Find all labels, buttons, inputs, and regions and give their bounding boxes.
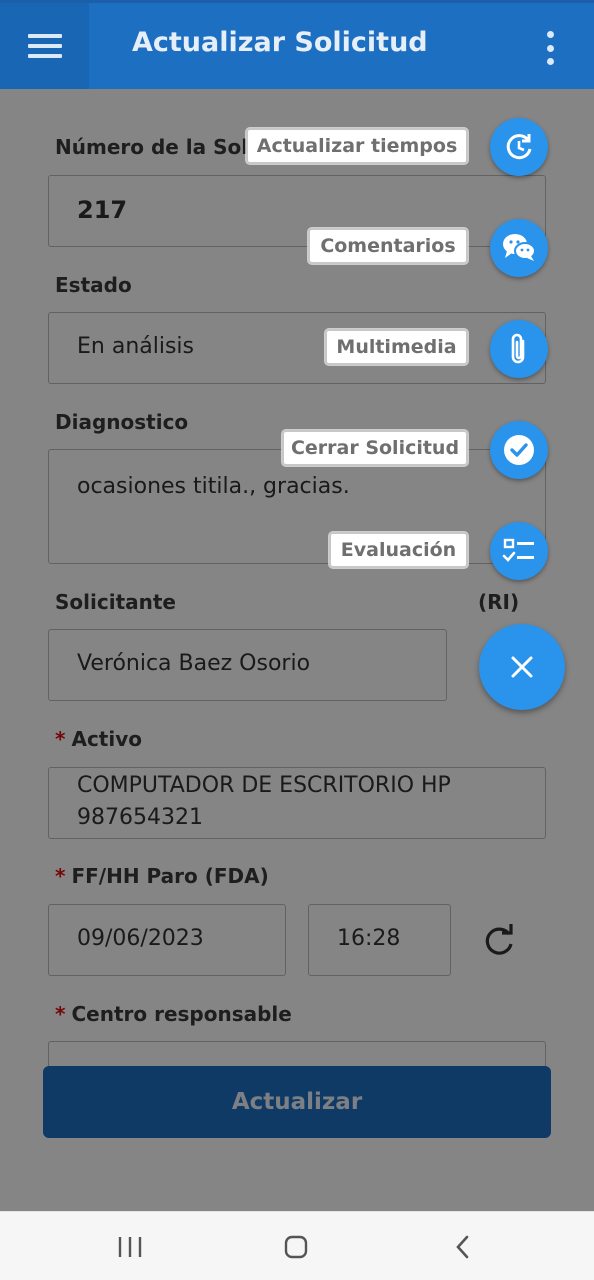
chat-bubbles-icon <box>503 234 536 261</box>
clock-refresh-icon <box>506 134 532 160</box>
multimedia-button[interactable] <box>490 320 548 378</box>
page-title: Actualizar Solicitud <box>132 27 428 58</box>
paperclip-icon <box>511 333 525 364</box>
home-icon[interactable] <box>276 1230 316 1264</box>
recent-apps-icon[interactable] <box>110 1230 150 1264</box>
system-nav-bar <box>0 1211 594 1280</box>
fab-close-button[interactable] <box>479 624 565 710</box>
menu-button[interactable] <box>0 3 89 89</box>
app-bar: Actualizar Solicitud <box>0 0 594 89</box>
fab-label-cerrar-solicitud[interactable]: Cerrar Solicitud <box>282 430 468 466</box>
back-icon[interactable] <box>443 1230 483 1264</box>
evaluacion-button[interactable] <box>490 522 548 580</box>
cerrar-solicitud-button[interactable] <box>490 421 548 479</box>
fab-label-comentarios[interactable]: Comentarios <box>308 228 468 264</box>
actualizar-tiempos-button[interactable] <box>490 118 548 176</box>
fab-label-multimedia[interactable]: Multimedia <box>325 329 468 365</box>
comentarios-button[interactable] <box>490 219 548 277</box>
check-circle-icon <box>504 435 534 465</box>
fab-label-actualizar-tiempos[interactable]: Actualizar tiempos <box>246 128 468 164</box>
checklist-icon <box>502 538 534 562</box>
fab-label-evaluacion[interactable]: Evaluación <box>329 532 468 568</box>
hamburger-icon <box>27 34 62 38</box>
more-options-icon[interactable] <box>540 31 560 65</box>
close-icon <box>511 656 533 678</box>
